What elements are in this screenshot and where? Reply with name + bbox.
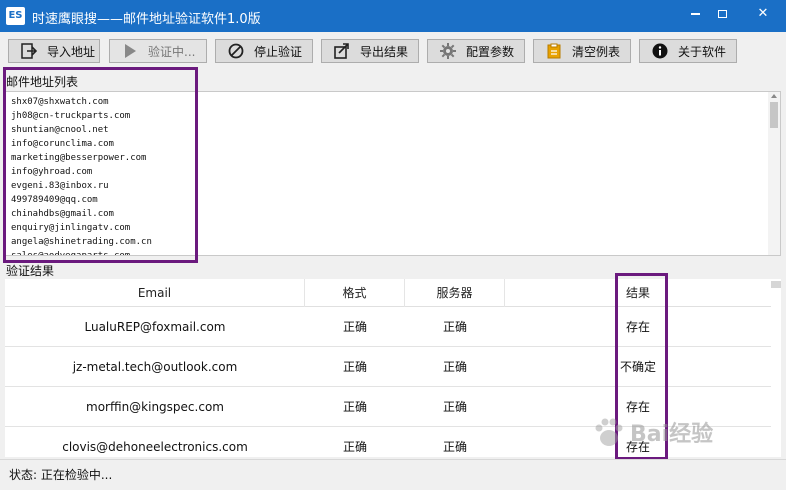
window-title: 时速鹰眼搜——邮件地址验证软件1.0版 <box>32 12 261 27</box>
import-button-label: 导入地址 <box>47 44 96 59</box>
results-label: 验证结果 <box>6 264 55 278</box>
column-header-result[interactable]: 结果 <box>505 279 771 307</box>
cell-result: 不确定 <box>619 360 656 374</box>
play-icon <box>125 44 136 58</box>
cell-email: morffin@kingspec.com <box>86 400 224 414</box>
cell-format: 正确 <box>342 440 367 454</box>
maximize-icon <box>717 9 727 18</box>
email-list-scrollbar[interactable] <box>768 92 780 255</box>
column-header-email[interactable]: Email <box>5 279 305 307</box>
email-list-line: evgeni.83@inbox.ru <box>11 181 109 191</box>
clear-icon <box>547 43 561 59</box>
results-scrollbar[interactable] <box>771 281 781 288</box>
email-list-line: marketing@besserpower.com <box>11 153 147 163</box>
email-list-textarea[interactable]: shx07@shxwatch.com jh08@cn-truckparts.com… <box>5 91 781 256</box>
gear-icon <box>440 43 456 59</box>
clear-list-button-label: 清空例表 <box>572 44 621 59</box>
close-button[interactable]: ✕ <box>741 4 785 24</box>
minimize-icon <box>690 12 700 15</box>
import-icon <box>21 43 37 59</box>
stop-verify-button[interactable]: 停止验证 <box>215 39 313 63</box>
config-button-label: 配置参数 <box>466 44 515 59</box>
email-list-line: chinahdbs@gmail.com <box>11 209 114 219</box>
scroll-up-icon <box>771 94 777 98</box>
maximize-button[interactable] <box>700 4 744 24</box>
watermark-text: Bai经验 <box>630 422 714 447</box>
email-list-content: shx07@shxwatch.com jh08@cn-truckparts.com… <box>11 95 152 256</box>
email-list-line: enquiry@jinlingatv.com <box>11 223 131 233</box>
cell-email: jz-metal.tech@outlook.com <box>72 360 238 374</box>
scrollbar-thumb[interactable] <box>770 102 778 128</box>
email-list-line: shx07@shxwatch.com <box>11 97 109 107</box>
cell-server: 正确 <box>442 400 467 414</box>
cell-format: 正确 <box>342 400 367 414</box>
title-bar: ES 时速鹰眼搜——邮件地址验证软件1.0版 ✕ <box>0 0 786 32</box>
column-header-server[interactable]: 服务器 <box>405 279 505 307</box>
cell-server: 正确 <box>442 440 467 454</box>
stop-verify-button-label: 停止验证 <box>254 44 303 59</box>
cell-format: 正确 <box>342 320 367 334</box>
close-icon: ✕ <box>757 6 769 21</box>
cell-result: 存在 <box>625 320 650 334</box>
about-button-label: 关于软件 <box>678 44 727 59</box>
import-button[interactable]: 导入地址 <box>8 39 100 63</box>
column-header-format[interactable]: 格式 <box>305 279 405 307</box>
email-list-line: jh08@cn-truckparts.com <box>11 111 131 121</box>
clear-list-button[interactable]: 清空例表 <box>533 39 631 63</box>
cell-server: 正确 <box>442 320 467 334</box>
cell-server: 正确 <box>442 360 467 374</box>
email-list-line: 499789409@qq.com <box>11 195 98 205</box>
export-icon <box>334 43 349 59</box>
status-bar: 状态: 正在检验中... <box>0 459 786 490</box>
config-button[interactable]: 配置参数 <box>427 39 525 63</box>
verify-button-label: 验证中... <box>148 44 196 59</box>
about-button[interactable]: 关于软件 <box>639 39 737 63</box>
email-list-label: 邮件地址列表 <box>6 75 79 89</box>
watermark: Bai经验 <box>592 412 782 458</box>
app-icon: ES <box>6 7 25 25</box>
export-button[interactable]: 导出结果 <box>321 39 419 63</box>
info-icon <box>652 43 668 59</box>
toolbar: 导入地址 验证中... 停止验证 导出结果 配置参数 清空例表 关于软件 <box>0 32 786 68</box>
email-list-line: sales@aodvegaparts.com <box>11 251 131 256</box>
export-button-label: 导出结果 <box>360 44 409 59</box>
cell-email: clovis@dehoneelectronics.com <box>62 440 248 454</box>
table-row[interactable]: LualuREP@foxmail.com 正确 正确 存在 <box>5 307 771 347</box>
cell-email: LualuREP@foxmail.com <box>84 320 226 334</box>
email-list-line: angela@shinetrading.com.cn <box>11 237 152 247</box>
status-text: 状态: 正在检验中... <box>9 468 113 482</box>
email-list-line: info@corunclima.com <box>11 139 114 149</box>
email-list-line: shuntian@cnool.net <box>11 125 109 135</box>
verify-button[interactable]: 验证中... <box>109 39 207 63</box>
cell-format: 正确 <box>342 360 367 374</box>
table-row[interactable]: jz-metal.tech@outlook.com 正确 正确 不确定 <box>5 347 771 387</box>
paw-logo-icon <box>595 418 623 446</box>
results-table-header: Email 格式 服务器 结果 <box>5 279 771 307</box>
email-list-line: info@yhroad.com <box>11 167 93 177</box>
stop-icon <box>228 43 244 59</box>
